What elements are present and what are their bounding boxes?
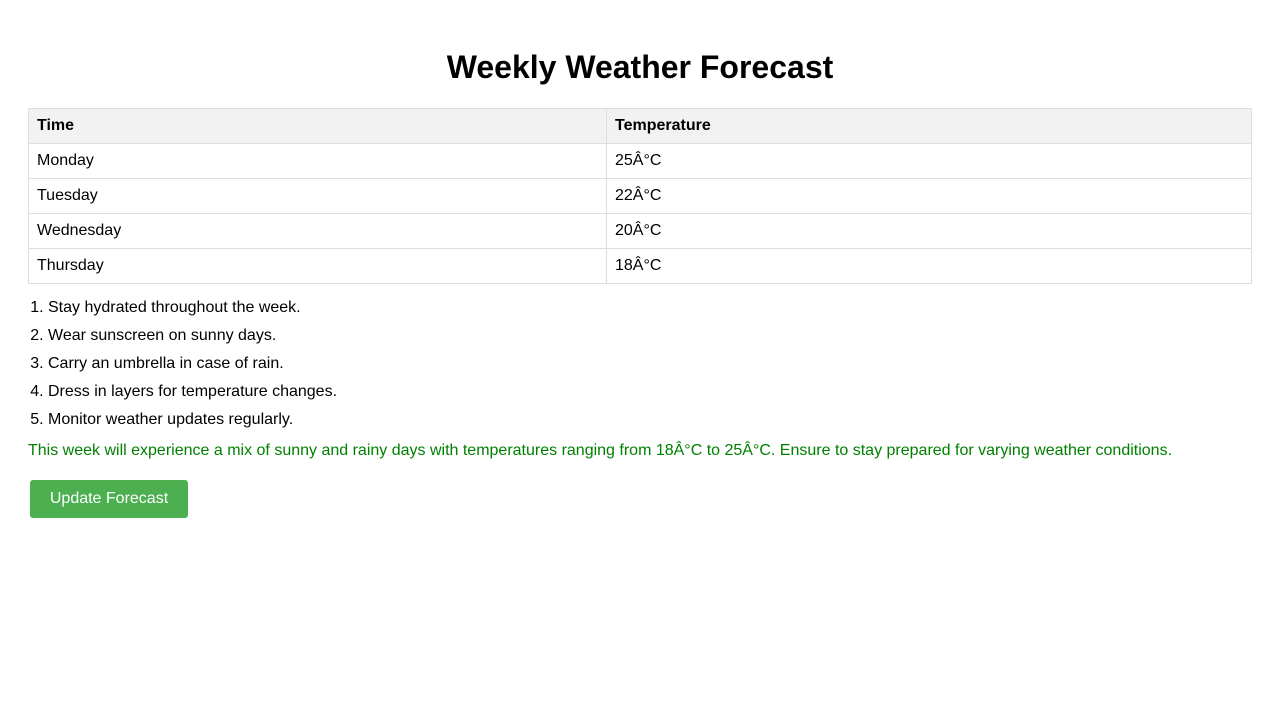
day-cell: Monday xyxy=(28,143,607,179)
list-item: Carry an umbrella in case of rain. xyxy=(48,353,1252,381)
temperature-cell: 20Â°C xyxy=(606,213,1252,249)
day-cell: Wednesday xyxy=(28,213,607,249)
update-forecast-button[interactable]: Update Forecast xyxy=(30,480,188,518)
column-header-time: Time xyxy=(28,108,607,144)
list-item: Dress in layers for temperature changes. xyxy=(48,381,1252,409)
tips-list: Stay hydrated throughout the week. Wear … xyxy=(28,297,1252,437)
column-header-temperature: Temperature xyxy=(606,108,1252,144)
forecast-table: Time Temperature Monday 25Â°C Tuesday 22… xyxy=(28,108,1252,284)
forecast-summary: This week will experience a mix of sunny… xyxy=(28,442,1173,459)
page-title: Weekly Weather Forecast xyxy=(446,49,834,85)
temperature-cell: 18Â°C xyxy=(606,248,1252,284)
table-header-row: Time Temperature xyxy=(28,108,1252,144)
table-row: Thursday 18Â°C xyxy=(28,248,1252,284)
day-cell: Thursday xyxy=(28,248,607,284)
page-container: Weekly Weather Forecast Time Temperature… xyxy=(28,0,1252,518)
temperature-cell: 22Â°C xyxy=(606,178,1252,214)
table-row: Monday 25Â°C xyxy=(28,143,1252,179)
table-row: Tuesday 22Â°C xyxy=(28,178,1252,214)
table-row: Wednesday 20Â°C xyxy=(28,213,1252,249)
day-cell: Tuesday xyxy=(28,178,607,214)
list-item: Stay hydrated throughout the week. xyxy=(48,297,1252,325)
temperature-cell: 25Â°C xyxy=(606,143,1252,179)
list-item: Wear sunscreen on sunny days. xyxy=(48,325,1252,353)
list-item: Monitor weather updates regularly. xyxy=(48,409,1252,437)
